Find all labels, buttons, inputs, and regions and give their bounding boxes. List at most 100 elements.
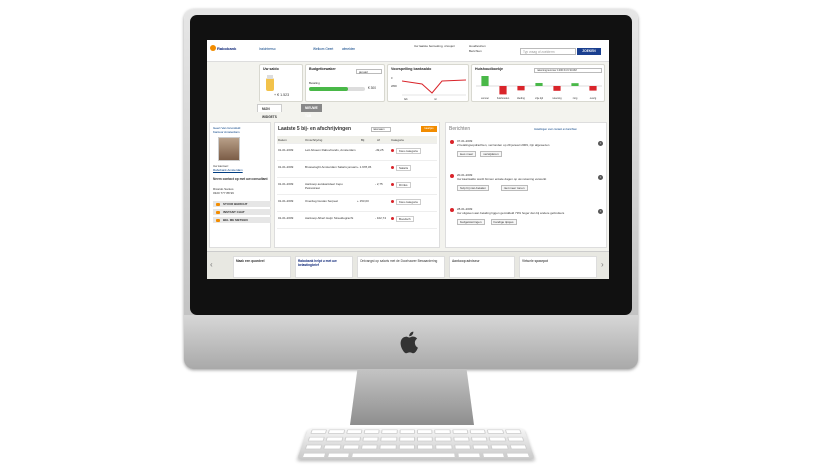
banner-virtuele-spaarpot[interactable]: Virtuele spaarpot [519, 256, 597, 278]
top-bar: Rabobank Inzichtrerso Welkom Geert afmel… [207, 40, 609, 62]
row-date: 01-01-2009 [278, 148, 294, 152]
close-icon[interactable]: × [598, 141, 603, 146]
category-alert-icon [391, 199, 394, 203]
banner-belastingbrief[interactable]: Rabobank helpt u met uw belastingbrief [295, 256, 353, 278]
bar-kleding [517, 86, 525, 91]
row-af: - 2,75 [375, 182, 383, 186]
col-af: Af [377, 138, 380, 142]
y-label: 2800 [391, 85, 397, 88]
month-select[interactable]: januari [356, 69, 382, 74]
transactions-panel: Laatste 5 bij- en afschrijvingen rekenaa… [274, 122, 440, 248]
transactions-badge[interactable]: kaartjes [421, 126, 437, 132]
widget-title: Voorspelling banksaldo [391, 67, 432, 71]
close-icon[interactable]: × [598, 175, 603, 180]
table-row[interactable]: 01-01-2009 Aankoop autokantdeel Cepo Petr… [277, 180, 437, 195]
close-icon[interactable]: × [598, 209, 603, 214]
btn-label: BEL ME METEEN [223, 218, 248, 222]
apple-logo-icon [400, 331, 418, 354]
row-date: 01-01-2009 [278, 182, 294, 186]
message-action-button[interactable]: verwijderen [480, 151, 502, 157]
saldo-amount: + € 1.523 [274, 93, 290, 97]
message-text: Uw kaartsaldo wordt binnen enkele dagen … [457, 177, 547, 181]
widget-huishoudboekje[interactable]: Huishoudboekje rekeningnummer 1300 64 9 … [471, 64, 605, 102]
chat-icon [216, 210, 220, 214]
money-jar-icon [266, 75, 274, 91]
nav-link-afmelden[interactable]: afmelden [342, 47, 355, 51]
widget-title: Budgetbewaker [309, 67, 336, 71]
row-desc: Lett Abseon Rabovtrands, Amsterdam [305, 148, 356, 152]
row-category: Salaris [396, 165, 412, 171]
row-bij: + 1.978,36 [357, 165, 372, 169]
budget-label: Betaling [309, 81, 320, 85]
category-label: huishouden [496, 97, 510, 100]
category-alert-icon [391, 216, 394, 220]
widget-budget[interactable]: Budgetbewaker januari Betaling € 300 [305, 64, 385, 102]
brand-logo[interactable]: Rabobank [217, 46, 236, 51]
table-header: Datum Omschrijving Bij Af Categorie [277, 136, 437, 144]
call-me-button[interactable]: BEL ME METEEN [213, 217, 271, 223]
row-af: -49,25 [375, 148, 384, 152]
budget-progress [309, 87, 365, 91]
kantoor-link[interactable]: Rabobank Amsterdam [213, 168, 243, 172]
info-line-1: Uw laatste bezoeking, vrtoujeri [414, 44, 455, 48]
widget-voorspelling[interactable]: Voorspelling banksaldo 0 2800 feb mr [387, 64, 469, 102]
next-arrow-icon[interactable]: › [601, 260, 604, 269]
adviseur-photo [218, 137, 240, 161]
table-row[interactable]: 01-01-2009 Lett Abseon Rabovtrands, Amste… [277, 146, 437, 161]
info-line-2[interactable]: Houdlevirien [469, 44, 486, 48]
tab-mijn-widgets[interactable]: MIJN WIDGETS [257, 104, 282, 119]
btn-label: STUUR BERICHT [223, 202, 248, 206]
messages-title: Berichten [449, 126, 471, 132]
banner-salaris[interactable]: Ontvangst op salaris met de Doorhaarer B… [357, 256, 445, 278]
row-category: Boodsch [396, 216, 414, 222]
household-labels: vervoer huishouden kleding vrije tijd rekeni… [476, 97, 602, 101]
prev-arrow-icon[interactable]: ‹ [210, 260, 213, 269]
banner-aankoop-adviseur[interactable]: Aankoop adviseur [449, 256, 515, 278]
search-input[interactable]: Typ vraag of zoekterm [520, 48, 576, 55]
row-desc: Brusseloght Amsterdam Salaris januari [305, 165, 357, 169]
message-action-button[interactable]: handige tipsjes [490, 219, 517, 225]
y-label: 0 [391, 77, 393, 80]
widget-saldo[interactable]: Uw saldo + € 1.523 [259, 64, 303, 102]
consultant-phone: 0320 777 88 99 [213, 191, 234, 195]
message-text: Uw uitgaven aan betaling liggen gemiddel… [457, 211, 565, 215]
row-desc: Aankoop Albert Heijn Streeklegracht [305, 216, 354, 220]
table-row[interactable]: 01-01-2009 Brusseloght Amsterdam Salaris … [277, 163, 437, 178]
widget-title: Huishoudboekje [475, 67, 503, 71]
instant-chat-button[interactable]: INSTANT CHAT [213, 209, 271, 215]
info-line-3[interactable]: Berichten [469, 49, 482, 53]
category-label: kleding [517, 97, 525, 100]
adviseur-kantoor[interactable]: Kantoor Amsterdam [213, 130, 240, 134]
row-category: Kies categorie [396, 199, 422, 205]
category-label: rekening [552, 97, 562, 100]
x-label: mr [434, 98, 438, 101]
category-alert-icon [391, 148, 394, 152]
nav-link-welkom[interactable]: Welkom Geert [313, 47, 333, 51]
category-label: vrije tijd [534, 97, 544, 100]
col-categorie: Categorie [391, 138, 405, 142]
row-bij: + 153,00 [357, 199, 369, 203]
table-row[interactable]: 01-01-2009 Overdag Gustav Serpeel + 153,00… [277, 197, 437, 212]
send-message-button[interactable]: STUUR BERICHT [213, 201, 271, 207]
message-action-button[interactable]: hulp bij niet-betalen [457, 185, 490, 191]
search-button[interactable]: ZOEKEN [577, 48, 601, 55]
messages-settings-link[interactable]: Instellingen voor contact en berichten [534, 128, 577, 131]
message-action-button[interactable]: lees meer [457, 151, 477, 157]
table-row[interactable]: 01-01-2009 Aankoop Albert Heijn Streekleg… [277, 214, 437, 229]
bar-vervoer [481, 76, 489, 86]
category-label: vervoer [481, 97, 489, 100]
tab-nieuwe-tab[interactable]: NIEUWE TAB [301, 104, 322, 118]
banner-quardeel[interactable]: Maak een quardeel [233, 256, 291, 278]
bar-overig [589, 86, 597, 91]
account-select[interactable]: rekeningnummer 1300 64 9 SC3M [534, 68, 602, 73]
nav-link-inzicht[interactable]: Inzichtrerso [259, 47, 275, 51]
account-filter-select[interactable]: rekenaam [371, 127, 391, 132]
row-desc: Overdag Gustav Serpeel [305, 199, 339, 203]
warning-icon [450, 140, 454, 144]
warning-icon [450, 174, 454, 178]
col-omschrijving: Omschrijving [305, 138, 323, 142]
message-action-button[interactable]: niet meer tonen [500, 185, 528, 191]
bar-vrije-tijd [535, 82, 543, 86]
message-action-button[interactable]: budgetstoringen [457, 219, 485, 225]
col-bij: Bij [361, 138, 365, 142]
